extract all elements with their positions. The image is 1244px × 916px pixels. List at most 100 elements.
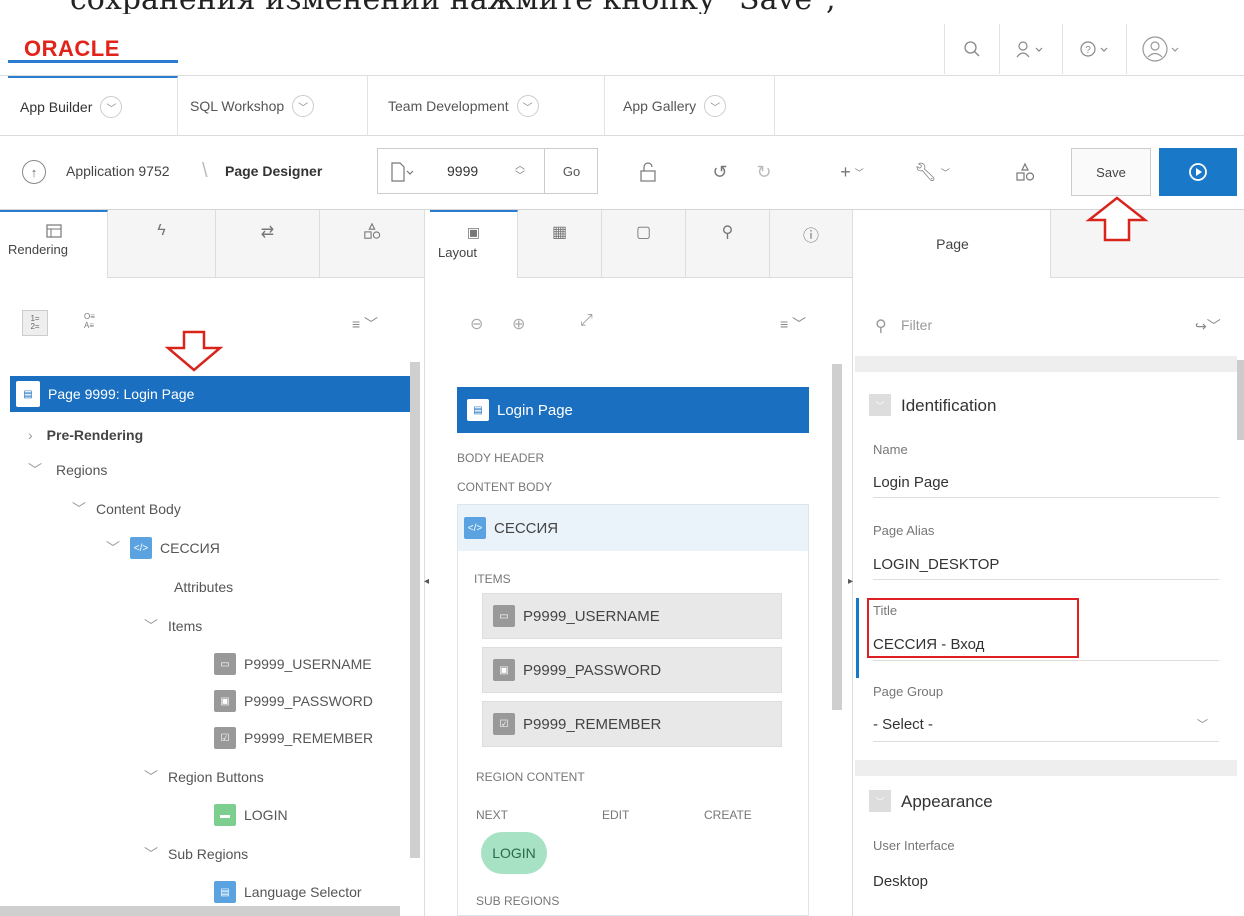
filter-icon: ⚲ <box>875 318 887 335</box>
zoom-in-icon[interactable]: ⊕ <box>512 314 525 334</box>
chevron-down-icon[interactable]: ﹀ <box>704 95 727 117</box>
utilities-icon[interactable]: 🔧︎ ﹀ <box>908 156 956 188</box>
tree-node-page[interactable]: ▤ Page 9999: Login Page <box>10 376 410 412</box>
page-group-select[interactable]: - Select - <box>873 716 1219 742</box>
tab-app-builder[interactable]: App Builder ﹀ <box>8 76 178 136</box>
breadcrumb-separator: \ <box>202 160 208 182</box>
run-button[interactable] <box>1159 148 1237 196</box>
collapse-left-icon[interactable]: ◂ <box>424 576 429 587</box>
region-content-label: REGION CONTENT <box>476 770 585 784</box>
oracle-logo[interactable]: ORACLE <box>24 36 120 62</box>
arrow-up-icon[interactable]: ↑ <box>22 160 46 184</box>
page-designer-screen: сохранения изменений нажмите кнопку "Sav… <box>0 0 1244 916</box>
collapse-right-icon[interactable]: ▸ <box>848 576 853 587</box>
go-button[interactable]: Go <box>544 148 598 194</box>
tree-node-session[interactable]: ﹀ </> СЕССИЯ <box>106 534 220 562</box>
tab-sql-workshop[interactable]: SQL Workshop ﹀ <box>178 76 368 136</box>
chevron-down-icon: ﹀ <box>106 540 120 556</box>
region-icon: </> <box>464 517 486 539</box>
search-icon[interactable]: ⚲ <box>686 210 770 278</box>
page-alias-field[interactable]: LOGIN_DESKTOP <box>873 556 1219 580</box>
tree-node-content-body[interactable]: ﹀ Content Body <box>72 495 181 523</box>
chevron-down-icon[interactable]: ﹀ <box>516 95 539 117</box>
tab-page[interactable]: Page <box>855 210 1051 278</box>
page-icon[interactable] <box>385 158 421 186</box>
expand-icon[interactable]: ⤢ <box>580 312 593 330</box>
tree-node-sub-regions[interactable]: ﹀ Sub Regions <box>144 840 248 868</box>
tree-label: Language Selector <box>244 884 362 900</box>
section-spacer <box>855 356 1237 372</box>
tree-node-password[interactable]: ▣ P9999_PASSWORD <box>214 687 373 715</box>
tree-label: Region Buttons <box>168 769 264 785</box>
component-view-icon[interactable]: ▦ <box>518 210 602 278</box>
dynamic-actions-icon[interactable]: ϟ <box>108 210 216 278</box>
group-view-icon[interactable]: O≡ A≡ <box>84 312 95 330</box>
right-scrollbar[interactable] <box>1237 360 1244 440</box>
layout-item-remember[interactable]: ☑ P9999_REMEMBER <box>482 701 782 747</box>
tab-label: App Builder <box>20 99 93 115</box>
tree-node-attributes[interactable]: Attributes <box>174 573 233 601</box>
user-settings-icon[interactable] <box>999 24 1062 74</box>
middle-scrollbar[interactable] <box>832 364 842 710</box>
session-region-header[interactable]: </> СЕССИЯ <box>458 505 808 551</box>
tree-node-pre-rendering[interactable]: › Pre-Rendering <box>28 421 143 449</box>
svg-text:?: ? <box>1085 45 1091 56</box>
chevron-down-icon[interactable]: ﹀ <box>100 96 123 118</box>
layout-item-username[interactable]: ▭ P9999_USERNAME <box>482 593 782 639</box>
chevron-down-icon: ﹀ <box>144 846 158 862</box>
layout-item-password[interactable]: ▣ P9999_PASSWORD <box>482 647 782 693</box>
redo-icon[interactable]: ↻ <box>744 156 784 188</box>
tab-team-development[interactable]: Team Development ﹀ <box>368 76 605 136</box>
tree-label: Page 9999: Login Page <box>48 386 195 402</box>
layout-login-button[interactable]: LOGIN <box>481 832 547 874</box>
help-icon[interactable]: ? <box>1062 24 1126 74</box>
menu-icon[interactable]: ≡ ﹀ <box>352 314 378 334</box>
processing-icon[interactable]: ⇄ <box>216 210 320 278</box>
left-scrollbar[interactable] <box>410 362 420 858</box>
tab-layout[interactable]: ▣ Layout <box>430 210 518 278</box>
unlock-icon[interactable] <box>628 156 668 188</box>
messages-icon[interactable]: ▢ <box>602 210 686 278</box>
tree-node-regions[interactable]: ﹀ Regions <box>28 456 107 484</box>
tree-node-language-selector[interactable]: ▤ Language Selector <box>214 878 362 906</box>
annotation-down-arrow <box>164 330 224 372</box>
avatar-icon[interactable] <box>1126 24 1196 74</box>
search-icon[interactable] <box>944 24 999 74</box>
zoom-out-icon[interactable]: ⊖ <box>470 314 483 334</box>
tab-label: SQL Workshop <box>190 98 285 114</box>
tree-node-remember[interactable]: ☑ P9999_REMEMBER <box>214 724 373 752</box>
collapse-section-icon[interactable]: ﹀ <box>869 394 891 416</box>
rendering-icon <box>45 224 62 238</box>
body-header-label: BODY HEADER <box>457 451 545 465</box>
tree-node-username[interactable]: ▭ P9999_USERNAME <box>214 650 372 678</box>
help-icon[interactable]: ⓘ <box>770 210 853 278</box>
filter-input[interactable]: Filter <box>901 317 932 333</box>
add-icon[interactable]: + ﹀ <box>832 156 872 188</box>
page-number-input[interactable]: 9999 <box>447 163 478 179</box>
collapse-section-icon[interactable]: ﹀ <box>869 790 891 812</box>
chevron-down-icon[interactable]: ﹀ <box>1197 716 1208 732</box>
section-spacer <box>855 760 1237 776</box>
tree-node-items[interactable]: ﹀ Items <box>144 612 202 640</box>
tree-node-region-buttons[interactable]: ﹀ Region Buttons <box>144 763 264 791</box>
go-to-group-icon[interactable]: ↪﹀ <box>1195 316 1221 336</box>
menu-icon[interactable]: ≡ ﹀ <box>780 314 806 334</box>
tree-label: Attributes <box>174 579 234 595</box>
left-horizontal-scrollbar[interactable] <box>0 906 400 916</box>
undo-icon[interactable]: ↺ <box>700 156 740 188</box>
app-breadcrumb-link[interactable]: Application 9752 <box>66 163 170 179</box>
tab-app-gallery[interactable]: App Gallery ﹀ <box>605 76 775 136</box>
tree-node-login-button[interactable]: ▬ LOGIN <box>214 801 288 829</box>
shared-components-tab-icon[interactable] <box>320 210 425 278</box>
page-stepper-icon[interactable]: ︿ ﹀ <box>510 154 530 190</box>
name-field[interactable]: Login Page <box>873 474 1219 498</box>
tree-view-icon[interactable]: 1= 2= <box>22 310 48 336</box>
save-button[interactable]: Save <box>1071 148 1151 196</box>
shared-components-icon[interactable] <box>1005 156 1045 188</box>
layout-page-header[interactable]: ▤ Login Page <box>457 387 809 433</box>
tab-rendering[interactable]: Rendering <box>0 210 108 278</box>
checkbox-icon: ☑ <box>493 713 515 735</box>
region-icon: </> <box>130 537 152 559</box>
chevron-down-icon[interactable]: ﹀ <box>292 95 315 117</box>
active-tab-indicator <box>8 60 178 63</box>
